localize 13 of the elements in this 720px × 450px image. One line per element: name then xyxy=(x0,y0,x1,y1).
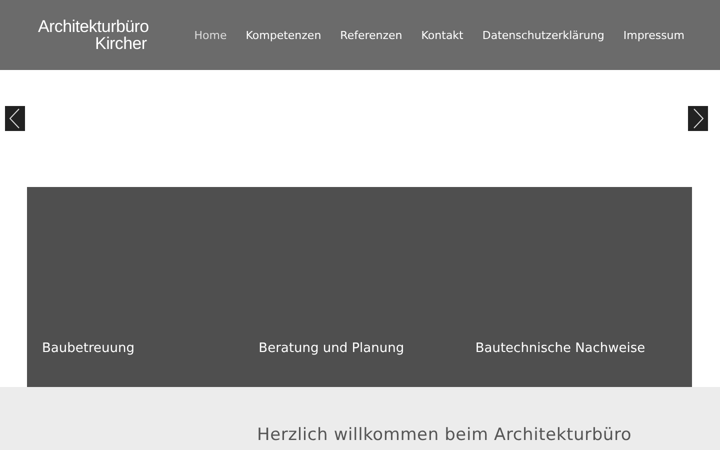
nav-link[interactable]: Kompetenzen xyxy=(236,28,331,42)
nav-link[interactable]: Referenzen xyxy=(330,28,412,42)
logo-text: Kircher xyxy=(95,35,147,52)
service-title[interactable]: Bautechnische Nachweise xyxy=(475,341,692,356)
welcome-heading: Herzlich willkommen beim Architekturbüro xyxy=(257,425,633,445)
nav-link[interactable]: Kontakt xyxy=(412,28,473,42)
nav-link[interactable]: Impressum xyxy=(614,28,694,42)
service-title[interactable]: Beratung und Planung xyxy=(258,341,476,356)
logo[interactable]: Architekturbüro Kircher xyxy=(38,18,149,52)
nav-link[interactable]: Home xyxy=(184,28,236,42)
logo-text: Architekturbüro xyxy=(38,18,149,35)
service-title[interactable]: Baubetreuung xyxy=(42,341,259,356)
nav-link[interactable]: Datenschutzerklärung xyxy=(472,28,614,42)
